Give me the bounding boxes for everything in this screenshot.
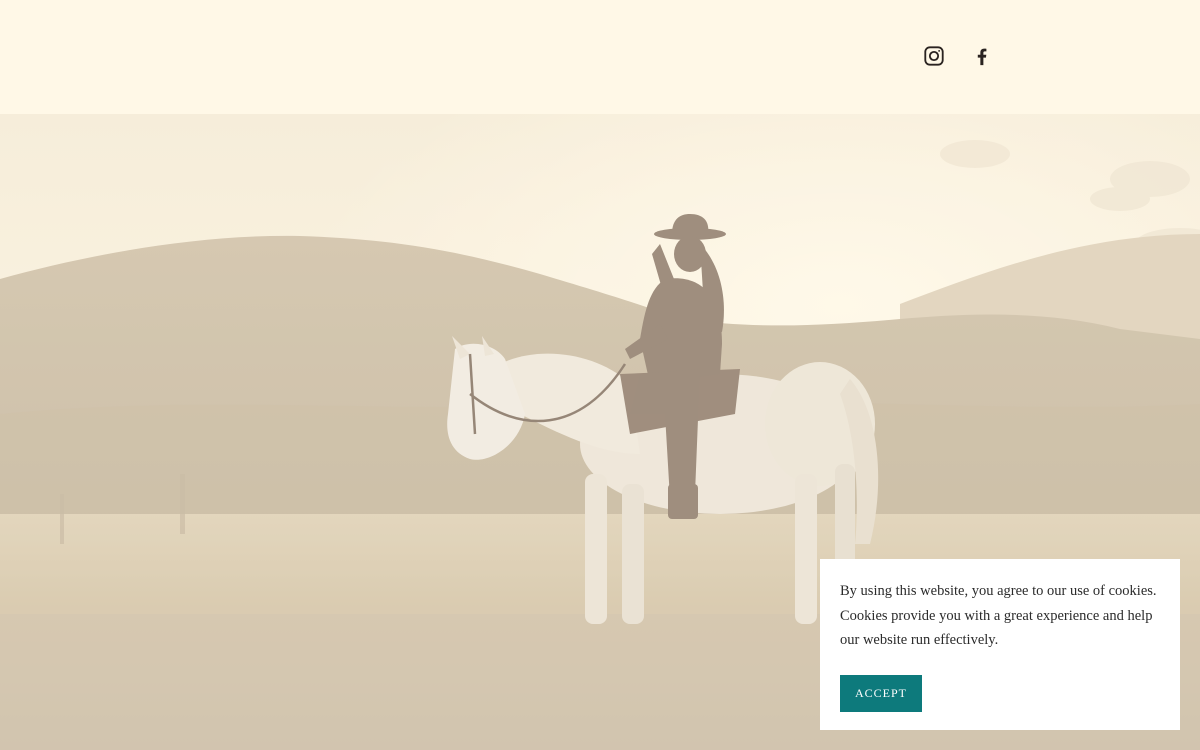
accept-cookies-button[interactable]: ACCEPT (840, 674, 923, 712)
facebook-link[interactable] (970, 44, 994, 68)
site-header (0, 0, 1200, 114)
page: By using this website, you agree to our … (0, 0, 1200, 750)
social-links (922, 44, 994, 68)
cookie-banner: By using this website, you agree to our … (820, 559, 1180, 730)
instagram-icon (924, 46, 944, 66)
facebook-icon (977, 48, 987, 66)
cookie-message: By using this website, you agree to our … (840, 583, 1157, 648)
instagram-link[interactable] (922, 44, 946, 68)
